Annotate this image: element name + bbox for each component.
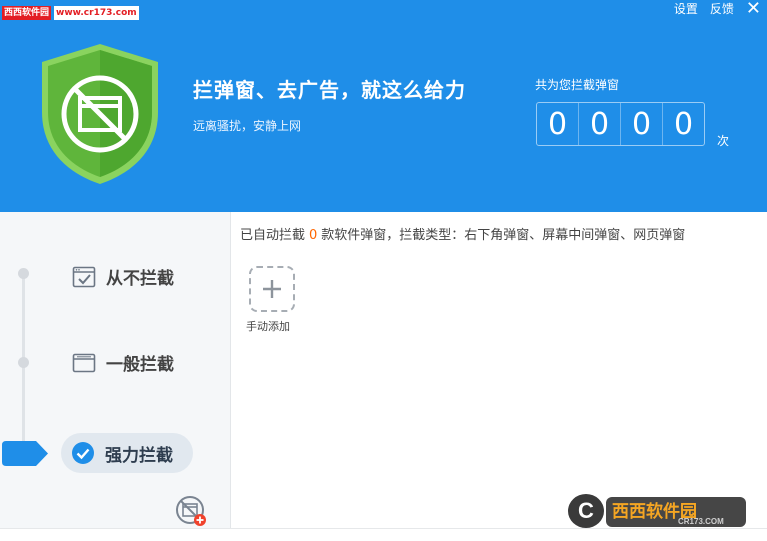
page-subtitle: 远离骚扰，安静上网 — [193, 119, 302, 133]
window-actions: 设置 反馈 ✕ — [662, 0, 761, 18]
counter-unit: 次 — [717, 134, 730, 148]
counter-digit: 0 — [621, 103, 663, 145]
popup-blocker-window: 西西软件园 www.cr173.com 设置 反馈 ✕ 拦弹窗、去广告，就这么给… — [0, 0, 767, 541]
header-banner: 西西软件园 www.cr173.com 设置 反馈 ✕ 拦弹窗、去广告，就这么给… — [0, 0, 767, 212]
level-label-strong: 强力拦截 — [105, 445, 173, 466]
counter-digit: 0 — [673, 106, 694, 142]
plus-icon — [263, 280, 281, 298]
watermark-url: www.cr173.com — [54, 6, 139, 20]
checked-window-icon — [72, 266, 96, 287]
page-title: 拦弹窗、去广告，就这么给力 — [193, 78, 466, 102]
counter-digit: 0 — [537, 103, 579, 145]
status-suffix: 款软件弹窗，拦截类型：右下角弹窗、屏幕中间弹窗、网页弹窗 — [321, 228, 686, 243]
status-count: 0 — [309, 228, 318, 243]
check-circle-icon — [72, 442, 94, 464]
level-dot-normal[interactable] — [18, 357, 29, 368]
level-option-never[interactable]: 从不拦截 — [72, 264, 174, 289]
level-label-normal: 一般拦截 — [106, 355, 174, 375]
blocked-popup-add-icon[interactable] — [174, 494, 208, 528]
watermark-logo-url: CR173.COM — [678, 517, 724, 526]
level-label-never: 从不拦截 — [106, 269, 174, 289]
panel-divider — [230, 212, 231, 528]
status-prefix: 已自动拦截 — [240, 228, 306, 243]
level-option-normal[interactable]: 一般拦截 — [72, 350, 174, 375]
level-selector: 从不拦截 一般拦截 强力拦截 — [0, 212, 230, 528]
manual-add-label[interactable]: 手动添加 — [246, 318, 290, 334]
watermark-logo: C 西西软件园 CR173.COM — [568, 494, 746, 528]
level-slider-handle[interactable] — [2, 441, 48, 466]
window-icon — [72, 353, 96, 372]
counter-label: 共为您拦截弹窗 — [535, 78, 620, 92]
manual-add-button[interactable] — [249, 266, 295, 312]
shield-icon — [42, 44, 158, 184]
svg-text:C: C — [578, 498, 594, 523]
level-option-strong[interactable]: 强力拦截 — [61, 433, 193, 473]
block-counter: 0 0 0 0 — [536, 102, 705, 146]
block-status: 已自动拦截 0 款软件弹窗，拦截类型：右下角弹窗、屏幕中间弹窗、网页弹窗 — [240, 224, 685, 243]
watermark-top: 西西软件园 www.cr173.com — [2, 6, 139, 20]
settings-button[interactable]: 设置 — [674, 0, 698, 18]
counter-digit: 0 — [579, 103, 621, 145]
window-bottom-edge — [0, 528, 767, 541]
watermark-brand: 西西软件园 — [2, 6, 52, 20]
feedback-button[interactable]: 反馈 — [710, 0, 734, 18]
level-dot-never[interactable] — [18, 268, 29, 279]
close-icon[interactable]: ✕ — [746, 0, 761, 18]
